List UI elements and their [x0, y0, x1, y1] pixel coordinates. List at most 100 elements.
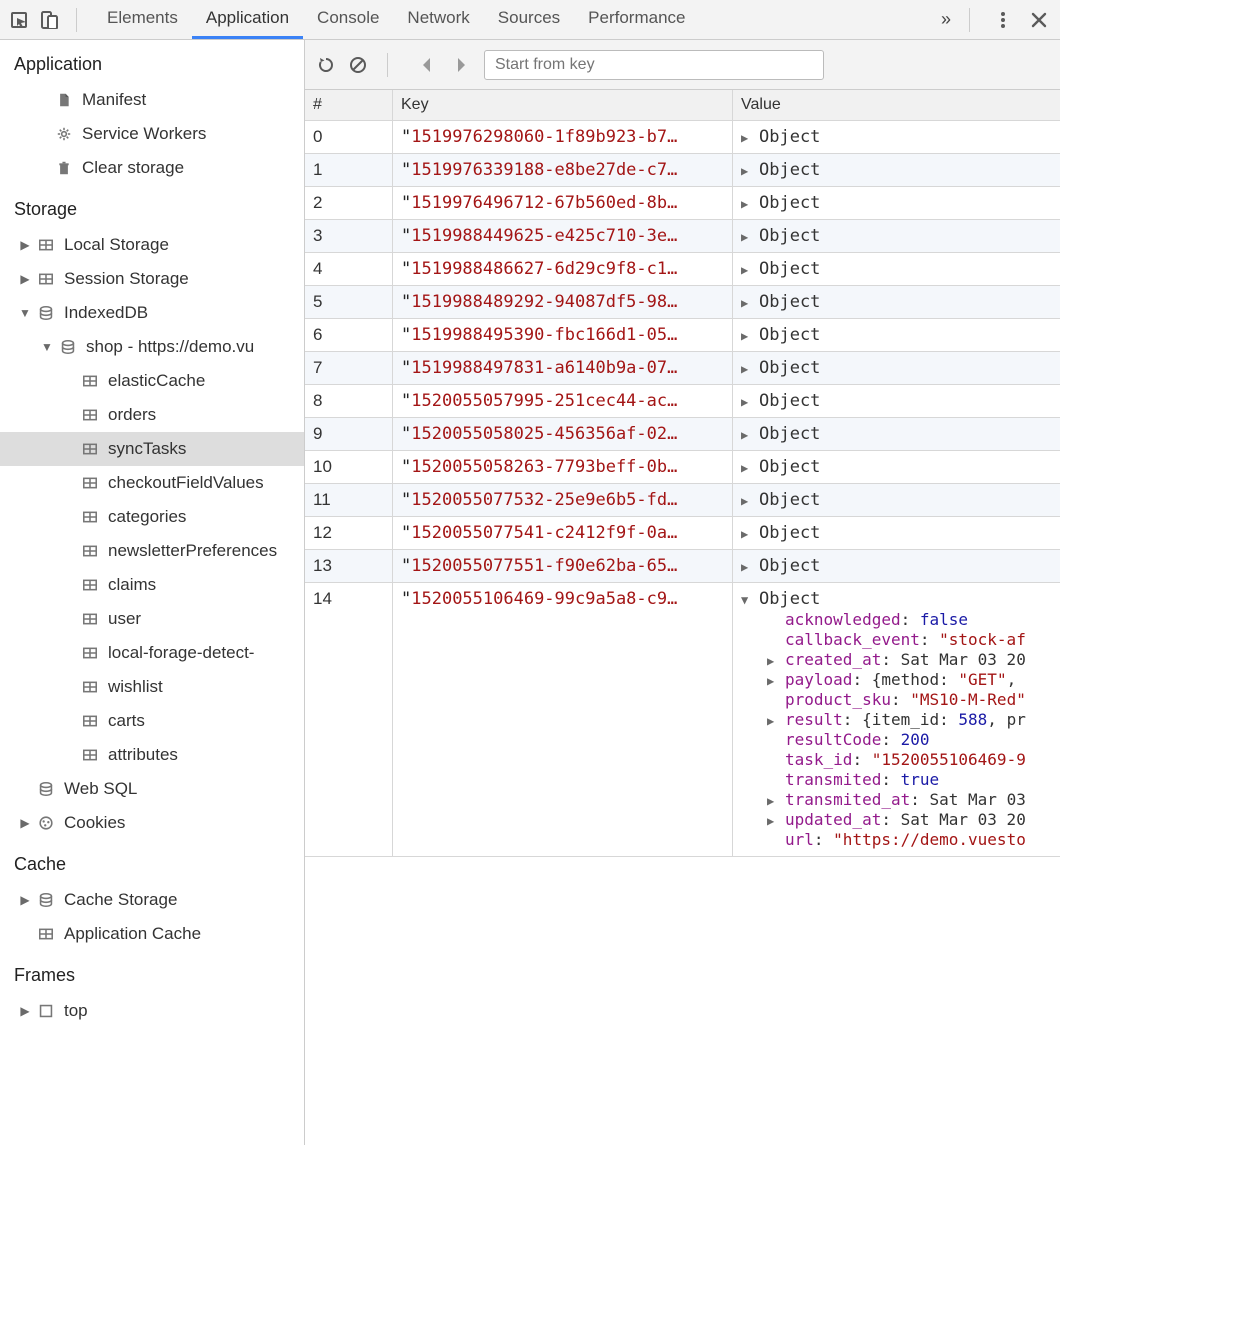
cell-value[interactable]: ▶Object: [733, 220, 1060, 252]
cell-value[interactable]: ▶Object: [733, 517, 1060, 549]
inspect-element-icon[interactable]: [10, 11, 28, 29]
tab-elements[interactable]: Elements: [93, 0, 192, 39]
sidebar-item-newsletterpreferences[interactable]: newsletterPreferences: [0, 534, 304, 568]
expand-icon[interactable]: ▶: [741, 131, 753, 145]
cell-value[interactable]: ▶Object: [733, 253, 1060, 285]
object-property[interactable]: ▶payload: {method: "GET",: [767, 670, 1052, 689]
table-row[interactable]: 11"1520055077532-25e9e6b5-fd…▶Object: [305, 484, 1060, 517]
tab-network[interactable]: Network: [393, 0, 483, 39]
expand-icon[interactable]: ▶: [18, 238, 32, 252]
sidebar-item-synctasks[interactable]: syncTasks: [0, 432, 304, 466]
sidebar-item-local-forage-detect-[interactable]: local-forage-detect-: [0, 636, 304, 670]
table-row[interactable]: 5"1519988489292-94087df5-98…▶Object: [305, 286, 1060, 319]
page-next-button[interactable]: [452, 56, 470, 74]
col-header-index[interactable]: #: [305, 90, 393, 120]
expand-icon[interactable]: ▶: [741, 527, 753, 541]
object-property[interactable]: callback_event: "stock-af: [767, 630, 1052, 649]
tab-console[interactable]: Console: [303, 0, 393, 39]
table-row[interactable]: 1"1519976339188-e8be27de-c7…▶Object: [305, 154, 1060, 187]
object-property[interactable]: transmited: true: [767, 770, 1052, 789]
sidebar-item-wishlist[interactable]: wishlist: [0, 670, 304, 704]
sidebar-item-top[interactable]: ▶top: [0, 994, 304, 1028]
object-property[interactable]: resultCode: 200: [767, 730, 1052, 749]
cell-value[interactable]: ▶Object: [733, 121, 1060, 153]
table-row[interactable]: 14"1520055106469-99c9a5a8-c9…▼Objectackn…: [305, 583, 1060, 857]
table-row[interactable]: 9"1520055058025-456356af-02…▶Object: [305, 418, 1060, 451]
start-from-key-input[interactable]: [484, 50, 824, 80]
expand-icon[interactable]: ▶: [741, 164, 753, 178]
expand-icon[interactable]: ▶: [18, 272, 32, 286]
expand-icon[interactable]: ▶: [741, 428, 753, 442]
sidebar-item-attributes[interactable]: attributes: [0, 738, 304, 772]
expand-icon[interactable]: ▶: [741, 494, 753, 508]
expand-icon[interactable]: ▶: [741, 560, 753, 574]
sidebar-item-cookies[interactable]: ▶Cookies: [0, 806, 304, 840]
col-header-value[interactable]: Value: [733, 90, 1060, 120]
sidebar-item-checkoutfieldvalues[interactable]: checkoutFieldValues: [0, 466, 304, 500]
expand-icon[interactable]: ▶: [741, 362, 753, 376]
table-row[interactable]: 7"1519988497831-a6140b9a-07…▶Object: [305, 352, 1060, 385]
sidebar-item-elasticcache[interactable]: elasticCache: [0, 364, 304, 398]
cell-value[interactable]: ▶Object: [733, 418, 1060, 450]
table-row[interactable]: 6"1519988495390-fbc166d1-05…▶Object: [305, 319, 1060, 352]
table-row[interactable]: 2"1519976496712-67b560ed-8b…▶Object: [305, 187, 1060, 220]
cell-value[interactable]: ▶Object: [733, 286, 1060, 318]
object-property[interactable]: product_sku: "MS10-M-Red": [767, 690, 1052, 709]
sidebar-item-carts[interactable]: carts: [0, 704, 304, 738]
expand-icon[interactable]: ▶: [767, 814, 779, 828]
object-property[interactable]: ▶result: {item_id: 588, pr: [767, 710, 1052, 729]
expand-icon[interactable]: ▶: [741, 230, 753, 244]
cell-value[interactable]: ▶Object: [733, 550, 1060, 582]
cell-value[interactable]: ▶Object: [733, 385, 1060, 417]
sidebar-item-categories[interactable]: categories: [0, 500, 304, 534]
sidebar-item-manifest[interactable]: Manifest: [0, 83, 304, 117]
expand-icon[interactable]: ▶: [18, 816, 32, 830]
cell-value[interactable]: ▶Object: [733, 319, 1060, 351]
expand-icon[interactable]: ▶: [767, 794, 779, 808]
cell-value[interactable]: ▶Object: [733, 352, 1060, 384]
expand-icon[interactable]: ▶: [741, 197, 753, 211]
object-property[interactable]: ▶updated_at: Sat Mar 03 20: [767, 810, 1052, 829]
expand-icon[interactable]: ▶: [18, 893, 32, 907]
sidebar-item-application-cache[interactable]: Application Cache: [0, 917, 304, 951]
sidebar-item-claims[interactable]: claims: [0, 568, 304, 602]
tab-performance[interactable]: Performance: [574, 0, 699, 39]
object-property[interactable]: url: "https://demo.vuesto: [767, 830, 1052, 849]
sidebar-item-orders[interactable]: orders: [0, 398, 304, 432]
cell-value[interactable]: ▶Object: [733, 154, 1060, 186]
tab-application[interactable]: Application: [192, 0, 303, 39]
sidebar-item-service-workers[interactable]: Service Workers: [0, 117, 304, 151]
col-header-key[interactable]: Key: [393, 90, 733, 120]
expand-icon[interactable]: ▶: [767, 674, 779, 688]
cell-value[interactable]: ▶Object: [733, 484, 1060, 516]
close-devtools-icon[interactable]: [1030, 11, 1048, 29]
expand-icon[interactable]: ▶: [741, 461, 753, 475]
cell-value[interactable]: ▶Object: [733, 187, 1060, 219]
object-property[interactable]: acknowledged: false: [767, 610, 1052, 629]
table-row[interactable]: 0"1519976298060-1f89b923-b7…▶Object: [305, 121, 1060, 154]
collapse-icon[interactable]: ▼: [40, 340, 54, 354]
tabs-overflow-icon[interactable]: [941, 9, 951, 30]
table-row[interactable]: 3"1519988449625-e425c710-3e…▶Object: [305, 220, 1060, 253]
collapse-icon[interactable]: ▼: [18, 306, 32, 320]
collapse-icon[interactable]: ▼: [741, 593, 753, 607]
sidebar-item-shop-https-demo-vu[interactable]: ▼shop - https://demo.vu: [0, 330, 304, 364]
expand-icon[interactable]: ▶: [741, 329, 753, 343]
sidebar-item-clear-storage[interactable]: Clear storage: [0, 151, 304, 185]
expand-icon[interactable]: ▶: [741, 263, 753, 277]
sidebar-item-user[interactable]: user: [0, 602, 304, 636]
sidebar-item-cache-storage[interactable]: ▶Cache Storage: [0, 883, 304, 917]
sidebar-item-session-storage[interactable]: ▶Session Storage: [0, 262, 304, 296]
table-row[interactable]: 4"1519988486627-6d29c9f8-c1…▶Object: [305, 253, 1060, 286]
table-row[interactable]: 10"1520055058263-7793beff-0b…▶Object: [305, 451, 1060, 484]
cell-value[interactable]: ▶Object: [733, 451, 1060, 483]
expand-icon[interactable]: ▶: [741, 395, 753, 409]
clear-button[interactable]: [349, 56, 367, 74]
tab-sources[interactable]: Sources: [484, 0, 574, 39]
sidebar-item-local-storage[interactable]: ▶Local Storage: [0, 228, 304, 262]
refresh-button[interactable]: [317, 56, 335, 74]
expand-icon[interactable]: ▶: [767, 654, 779, 668]
toggle-device-icon[interactable]: [40, 11, 58, 29]
object-property[interactable]: task_id: "1520055106469-9: [767, 750, 1052, 769]
table-row[interactable]: 12"1520055077541-c2412f9f-0a…▶Object: [305, 517, 1060, 550]
